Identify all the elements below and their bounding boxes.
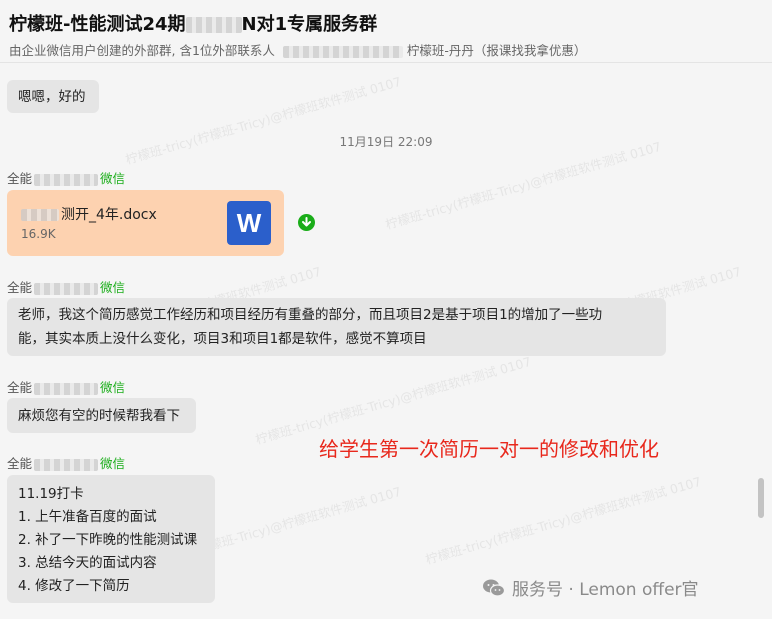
chat-title-end: N对1专属服务群 — [241, 14, 378, 35]
message-text-line: 11.19打卡 — [18, 486, 84, 502]
wechat-tag: 微信 — [100, 280, 126, 295]
message-bubble[interactable]: 老师，我这个简历感觉工作经历和项目经历有重叠的部分，而且项目2是基于项目1的增加… — [7, 298, 666, 356]
annotation-text: 给学生第一次简历一对一的修改和优化 — [319, 437, 659, 461]
watermark: 柠檬班-tricy(柠檬班-Tricy)@柠檬班软件测试 0107 — [423, 473, 703, 568]
sender-prefix: 全能 — [7, 171, 33, 186]
file-name: 测开_4年.docx — [21, 204, 157, 224]
subtitle-member: 柠檬班-丹丹（报课找我拿优惠） — [406, 43, 587, 58]
message-bubble[interactable]: 麻烦您有空的时候帮我看下 — [7, 398, 196, 433]
redacted-text — [34, 458, 99, 471]
file-name-text: 测开_4年.docx — [61, 207, 157, 223]
sender-name: 全能 微信 — [7, 453, 125, 472]
message-text-line: 1. 上午准备百度的面试 — [18, 509, 157, 525]
download-icon[interactable] — [298, 214, 315, 231]
message-text-line: 3. 总结今天的面试内容 — [18, 555, 157, 571]
chat-header: 柠檬班-性能测试24期 N对1专属服务群 由企业微信用户创建的外部群, 含1位外部… — [0, 0, 772, 63]
watermark: 柠檬班-tricy(柠檬班-Tricy)@柠檬班软件测试 0107 — [383, 138, 663, 233]
timestamp: 11月19日 22:09 — [339, 135, 433, 149]
sender-name: 全能 微信 — [7, 377, 125, 396]
file-size: 16.9K — [21, 227, 56, 241]
sender-prefix: 全能 — [7, 456, 33, 471]
brand-text: 服务号 · Lemon offer官 — [512, 580, 699, 600]
wechat-logo-icon — [482, 578, 506, 603]
message-text-line: 4. 修改了一下简历 — [18, 578, 130, 594]
brand-label: 服务号 · Lemon offer官 — [482, 575, 699, 603]
sender-prefix: 全能 — [7, 380, 33, 395]
watermark: 柠檬班-tricy(柠檬班-Tricy)@柠檬班软件测试 0107 — [123, 73, 403, 168]
redacted-text — [21, 209, 59, 221]
chat-title-start: 柠檬班-性能测试24期 — [9, 14, 186, 35]
chat-title: 柠檬班-性能测试24期 N对1专属服务群 — [9, 10, 377, 36]
subtitle-group-info: 由企业微信用户创建的外部群, 含1位外部联系人 — [9, 43, 275, 58]
message-text: 麻烦您有空的时候帮我看下 — [18, 408, 180, 424]
message-text: 嗯嗯，好的 — [18, 89, 86, 105]
chat-subtitle: 由企业微信用户创建的外部群, 含1位外部联系人 柠檬班-丹丹（报课找我拿优惠） — [9, 40, 586, 59]
redacted-text — [34, 382, 99, 395]
wechat-tag: 微信 — [100, 171, 126, 186]
redacted-text — [34, 282, 99, 295]
file-message[interactable]: 测开_4年.docx 16.9K W — [7, 190, 284, 256]
sender-name: 全能 微信 — [7, 277, 125, 296]
message-text-line: 老师，我这个简历感觉工作经历和项目经历有重叠的部分，而且项目2是基于项目1的增加… — [18, 307, 603, 323]
message-bubble[interactable]: 嗯嗯，好的 — [7, 80, 99, 113]
message-bubble[interactable]: 11.19打卡 1. 上午准备百度的面试 2. 补了一下昨晚的性能测试课 3. … — [7, 475, 215, 603]
scrollbar[interactable] — [758, 478, 764, 518]
sender-prefix: 全能 — [7, 280, 33, 295]
redacted-text — [282, 45, 403, 58]
redacted-text — [185, 17, 242, 33]
word-doc-icon: W — [227, 201, 271, 245]
sender-name: 全能 微信 — [7, 168, 125, 187]
message-text-line: 2. 补了一下昨晚的性能测试课 — [18, 532, 198, 548]
message-text-line: 能，其实本质上没什么变化，项目3和项目1都是软件，感觉不算项目 — [18, 331, 427, 347]
wechat-tag: 微信 — [100, 380, 126, 395]
wechat-tag: 微信 — [100, 456, 126, 471]
redacted-text — [34, 173, 99, 186]
